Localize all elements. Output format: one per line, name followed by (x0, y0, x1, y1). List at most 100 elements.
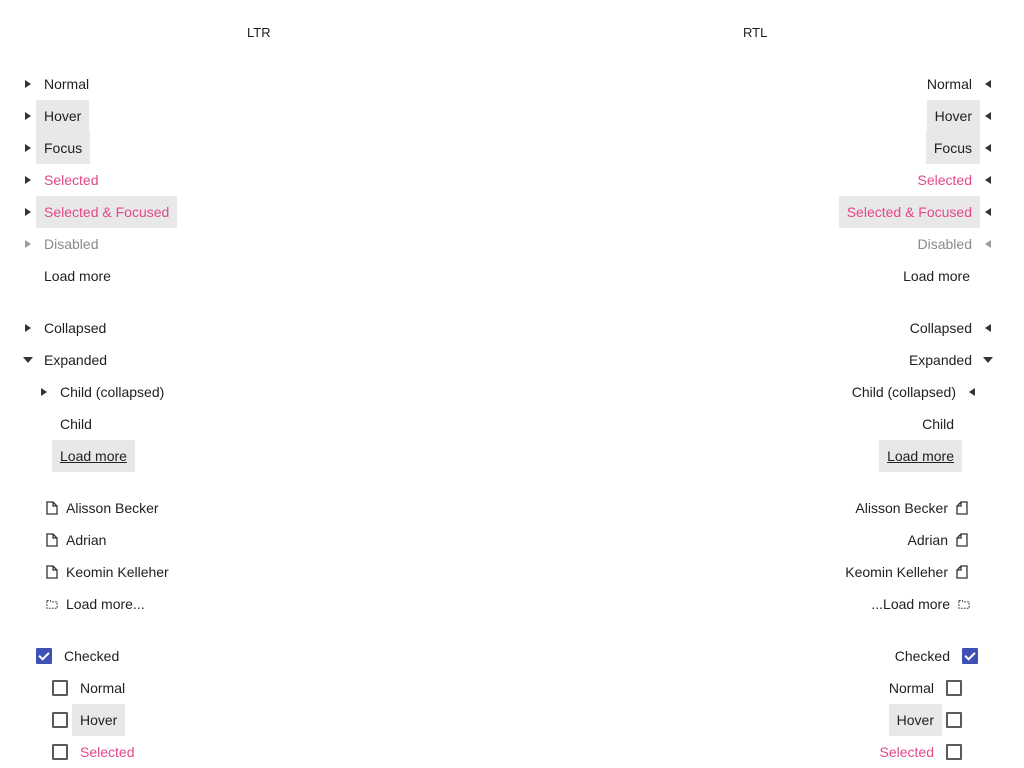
tree-child[interactable]: Child (52, 408, 100, 440)
checkbox[interactable] (52, 712, 68, 728)
file-item[interactable]: Alisson Becker (46, 492, 167, 524)
expand-arrow-icon[interactable] (980, 68, 996, 100)
file-item[interactable]: Alisson Becker (847, 492, 968, 524)
tree-item-label: Collapsed (909, 320, 972, 336)
load-more-button[interactable]: Load more (36, 260, 119, 292)
checkmark-icon (36, 648, 52, 664)
tree-item-expanded[interactable]: Expanded (901, 344, 996, 376)
file-icon (956, 533, 968, 547)
file-icon (46, 533, 58, 547)
tree-item-selected[interactable]: Selected (910, 164, 996, 196)
load-more-label: Load more (903, 268, 970, 284)
checkbox[interactable] (946, 712, 962, 728)
expand-arrow-icon[interactable] (20, 100, 36, 132)
tree-item-label: Child (collapsed) (60, 384, 165, 400)
load-more-label: Load more (879, 440, 962, 472)
expand-arrow-icon[interactable] (36, 376, 52, 408)
checkbox-item-selected[interactable]: Selected (52, 736, 142, 768)
expand-arrow-icon[interactable] (20, 312, 36, 344)
checkbox[interactable] (36, 648, 52, 664)
expand-arrow-icon[interactable] (980, 196, 996, 228)
file-label: Adrian (66, 532, 107, 548)
tree-item-label: Child (60, 416, 92, 432)
tree-item-selected[interactable]: Selected (20, 164, 106, 196)
tree-child-collapsed[interactable]: Child (collapsed) (36, 376, 172, 408)
checkbox-label: Checked (894, 648, 950, 664)
tree-item-disabled: Disabled (910, 228, 996, 260)
tree-item-collapsed[interactable]: Collapsed (902, 312, 996, 344)
expand-arrow-icon[interactable] (964, 376, 980, 408)
tree-item-focus[interactable]: Focus (20, 132, 91, 164)
ltr-heading: LTR (247, 25, 271, 40)
folder-dotted-icon (958, 597, 970, 611)
checkbox-item-hover[interactable]: Hover (52, 704, 126, 736)
tree-item-collapsed[interactable]: Collapsed (20, 312, 114, 344)
tree-item-label: Normal (926, 76, 972, 92)
expand-arrow-icon[interactable] (980, 132, 996, 164)
tree-item-label: Selected (44, 172, 99, 188)
load-more-button[interactable]: Load more... (46, 588, 153, 620)
file-item[interactable]: Adrian (46, 524, 114, 556)
rtl-heading: RTL (743, 25, 768, 40)
collapse-arrow-icon[interactable] (980, 344, 996, 376)
folder-dotted-icon (46, 597, 58, 611)
load-more-label: Load more... (66, 596, 145, 612)
checkbox-label: Checked (64, 648, 120, 664)
tree-item-selected-focused[interactable]: Selected & Focused (20, 196, 178, 228)
checkbox-item-checked[interactable]: Checked (36, 640, 127, 672)
expand-arrow-icon (20, 228, 36, 260)
load-more-button[interactable]: Load more (52, 440, 135, 472)
file-label: Alisson Becker (66, 500, 159, 516)
tree-item-label: Selected (917, 172, 972, 188)
expand-arrow-icon[interactable] (20, 68, 36, 100)
checkbox-label: Hover (72, 704, 126, 736)
checkbox[interactable] (52, 680, 68, 696)
file-item[interactable]: Keomin Kelleher (46, 556, 177, 588)
tree-item-disabled: Disabled (20, 228, 106, 260)
expand-arrow-icon[interactable] (980, 164, 996, 196)
checkbox-label: Normal (80, 680, 126, 696)
checkbox-label: Selected (879, 744, 934, 760)
checkbox-label: Hover (888, 704, 942, 736)
tree-item-label: Disabled (917, 236, 972, 252)
tree-item-label: Selected & Focused (838, 196, 980, 228)
tree-item-expanded[interactable]: Expanded (20, 344, 115, 376)
checkbox[interactable] (946, 744, 962, 760)
checkbox-item-selected[interactable]: Selected (872, 736, 962, 768)
tree-item-normal[interactable]: Normal (919, 68, 996, 100)
expand-arrow-icon[interactable] (980, 312, 996, 344)
load-more-button[interactable]: ...Load more (863, 588, 970, 620)
load-more-button[interactable]: Load more (895, 260, 978, 292)
tree-item-normal[interactable]: Normal (20, 68, 97, 100)
checkbox-item-normal[interactable]: Normal (881, 672, 962, 704)
checkbox-item-hover[interactable]: Hover (888, 704, 962, 736)
expand-arrow-icon[interactable] (20, 164, 36, 196)
tree-item-label: Expanded (908, 352, 972, 368)
expand-arrow-icon[interactable] (20, 196, 36, 228)
tree-item-label: Selected & Focused (36, 196, 178, 228)
checkbox-item-checked[interactable]: Checked (887, 640, 978, 672)
file-item[interactable]: Adrian (900, 524, 968, 556)
checkbox[interactable] (52, 744, 68, 760)
expand-arrow-icon[interactable] (20, 132, 36, 164)
tree-item-label: Disabled (44, 236, 99, 252)
file-icon (46, 565, 58, 579)
tree-item-hover[interactable]: Hover (20, 100, 90, 132)
file-label: Adrian (907, 532, 948, 548)
tree-child-collapsed[interactable]: Child (collapsed) (844, 376, 980, 408)
tree-item-hover[interactable]: Hover (926, 100, 996, 132)
expand-arrow-icon (980, 228, 996, 260)
tree-item-focus[interactable]: Focus (925, 132, 996, 164)
checkbox-label: Selected (80, 744, 135, 760)
checkbox[interactable] (946, 680, 962, 696)
load-more-label: Load more (52, 440, 135, 472)
file-item[interactable]: Keomin Kelleher (837, 556, 968, 588)
expand-arrow-icon[interactable] (980, 100, 996, 132)
tree-child[interactable]: Child (914, 408, 962, 440)
tree-item-label: Focus (36, 132, 91, 164)
checkbox[interactable] (962, 648, 978, 664)
collapse-arrow-icon[interactable] (20, 344, 36, 376)
checkbox-item-normal[interactable]: Normal (52, 672, 133, 704)
tree-item-selected-focused[interactable]: Selected & Focused (838, 196, 996, 228)
load-more-button[interactable]: Load more (879, 440, 962, 472)
